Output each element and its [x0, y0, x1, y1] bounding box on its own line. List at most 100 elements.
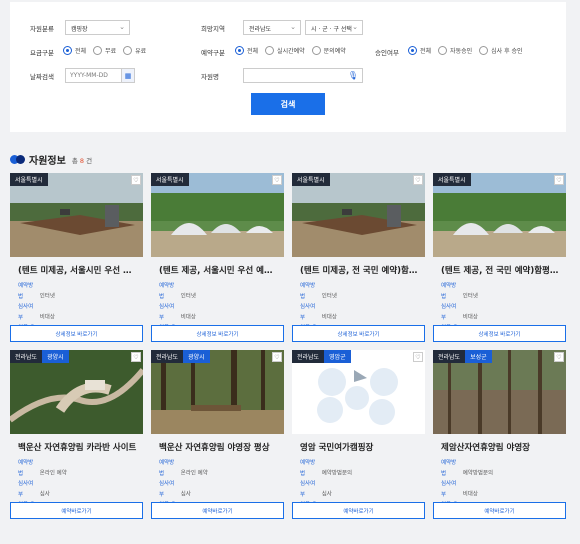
method-value: 예약방법문의: [321, 470, 353, 477]
date-input[interactable]: YYYY-MM-DD ▦: [65, 68, 135, 83]
method-key: 예약방법: [441, 460, 457, 477]
heart-icon[interactable]: ♡: [272, 352, 282, 362]
radio-label: 전체: [75, 48, 87, 55]
card-title[interactable]: 영암 국민여가캠핑장: [300, 441, 420, 453]
radio-icon: [438, 46, 448, 55]
resource-image[interactable]: 서울특별시 ♡: [10, 173, 143, 257]
fee-radio-paid[interactable]: 유료: [123, 46, 146, 55]
resource-image[interactable]: 서울특별시 ♡: [433, 173, 566, 257]
method-value: 인터넷: [321, 293, 337, 300]
name-input[interactable]: 🎙: [243, 68, 363, 83]
review-value: 비대상: [39, 314, 55, 321]
resource-image[interactable]: 전라남도 광양시 ♡: [10, 350, 143, 434]
calendar-icon[interactable]: ▦: [121, 69, 134, 82]
section-title: 자원정보: [29, 156, 66, 167]
search-button[interactable]: 검색: [251, 93, 325, 115]
region-tag: 전라남도: [10, 350, 43, 363]
heart-icon[interactable]: ♡: [554, 175, 564, 185]
region-tag: 보성군: [465, 350, 492, 363]
resource-card[interactable]: 서울특별시 ♡ (텐트 미제공, 서울시민 우선 예약)... 예약방법 인터넷…: [10, 173, 143, 349]
review-key: 심사여부: [441, 481, 457, 498]
card-action-button[interactable]: 예약바로가기: [151, 502, 284, 519]
resource-card[interactable]: 서울특별시 ♡ (텐트 미제공, 전 국민 예약)함평... 예약방법 인터넷 …: [292, 173, 425, 349]
heart-icon[interactable]: ♡: [413, 352, 423, 362]
radio-label: 전체: [247, 48, 259, 55]
card-title[interactable]: (텐트 미제공, 전 국민 예약)함평...: [300, 264, 420, 276]
tag-list: 전라남도 보성군: [433, 350, 492, 363]
reserve-radio-realtime[interactable]: 실시간예약: [265, 46, 305, 55]
radio-checked-icon: [63, 46, 72, 55]
heart-icon[interactable]: ♡: [413, 175, 423, 185]
resource-type-select[interactable]: 캠핑장 ⌄: [65, 20, 130, 35]
card-title[interactable]: (텐트 제공, 전 국민 예약)함평자...: [441, 264, 561, 276]
tag-list: 서울특별시: [292, 173, 330, 186]
fee-radio-group: 전체 무료 유료: [63, 46, 146, 55]
region-tag: 전라남도: [151, 350, 184, 363]
card-title[interactable]: 제암산자연휴양림 야영장: [441, 441, 561, 453]
heart-icon[interactable]: ♡: [131, 352, 141, 362]
radio-icon: [123, 46, 133, 55]
region-tag: 전라남도: [433, 350, 466, 363]
fee-radio-all[interactable]: 전체: [63, 46, 86, 55]
resource-image[interactable]: 서울특별시 ♡: [292, 173, 425, 257]
resource-image[interactable]: 전라남도 광양시 ♡: [151, 350, 284, 434]
review-key: 심사여부: [300, 481, 316, 498]
approve-radio-all[interactable]: 전체: [408, 46, 431, 55]
tag-list: 서울특별시: [151, 173, 189, 186]
resource-card[interactable]: 서울특별시 ♡ (텐트 제공, 서울시민 우선 예약)... 예약방법 인터넷 …: [151, 173, 284, 349]
card-title[interactable]: (텐트 미제공, 서울시민 우선 예약)...: [18, 264, 138, 276]
heart-icon[interactable]: ♡: [272, 175, 282, 185]
approve-radio-review[interactable]: 심사 후 승인: [479, 46, 523, 55]
reserve-radio-inquiry[interactable]: 문의예약: [311, 46, 346, 55]
card-action-button[interactable]: 예약바로가기: [292, 502, 425, 519]
approve-radio-group: 전체 자동승인 심사 후 승인: [408, 46, 523, 55]
region-tag: 전라남도: [292, 350, 325, 363]
heart-icon[interactable]: ♡: [131, 175, 141, 185]
card-action-button[interactable]: 상세정보 바로가기: [10, 325, 143, 342]
card-title[interactable]: 백운산 자연휴양림 야영장 평상: [159, 441, 279, 453]
district-select[interactable]: 시 · 군 · 구 선택 ⌄: [305, 20, 363, 35]
review-key: 심사여부: [441, 304, 457, 321]
region-tag: 영암군: [324, 350, 351, 363]
reserve-radio-all[interactable]: 전체: [235, 46, 258, 55]
card-action-button[interactable]: 예약바로가기: [10, 502, 143, 519]
tag-list: 전라남도 광양시: [10, 350, 69, 363]
resource-image[interactable]: 전라남도 영암군 ♡: [292, 350, 425, 434]
search-panel: 자원분류 캠핑장 ⌄ 희망지역 전라남도 ⌄ 시 · 군 · 구 선택 ⌄ 요금…: [10, 2, 566, 132]
reserve-radio-group: 전체 실시간예약 문의예약: [235, 46, 346, 55]
resource-card[interactable]: 전라남도 광양시 ♡ 백운산 자연휴양림 야영장 평상 예약방법 온라인 예약 심…: [151, 350, 284, 526]
approve-radio-auto[interactable]: 자동승인: [438, 46, 472, 55]
review-key: 심사여부: [18, 481, 34, 498]
fee-radio-free[interactable]: 무료: [93, 46, 116, 55]
heart-icon[interactable]: ♡: [554, 352, 564, 362]
region-tag: 광양시: [42, 350, 69, 363]
resource-image[interactable]: 전라남도 보성군 ♡: [433, 350, 566, 434]
method-key: 예약방법: [300, 283, 316, 300]
card-action-button[interactable]: 상세정보 바로가기: [292, 325, 425, 342]
card-action-button[interactable]: 상세정보 바로가기: [433, 325, 566, 342]
card-title[interactable]: 백운산 자연휴양림 카라반 사이트: [18, 441, 138, 453]
resource-card[interactable]: 전라남도 보성군 ♡ 제암산자연휴양림 야영장 예약방법 예약방법문의 심사여부 …: [433, 350, 566, 526]
card-action-button[interactable]: 예약바로가기: [433, 502, 566, 519]
radio-label: 무료: [105, 48, 117, 55]
section-header: 자원정보 총 8 건: [10, 152, 92, 167]
region-select[interactable]: 전라남도 ⌄: [243, 20, 301, 35]
resource-image[interactable]: 서울특별시 ♡: [151, 173, 284, 257]
card-action-button[interactable]: 상세정보 바로가기: [151, 325, 284, 342]
microphone-icon[interactable]: 🎙: [348, 71, 358, 80]
review-value: 심사: [321, 491, 332, 498]
resource-card[interactable]: 서울특별시 ♡ (텐트 제공, 전 국민 예약)함평자... 예약방법 인터넷 …: [433, 173, 566, 349]
card-title[interactable]: (텐트 제공, 서울시민 우선 예약)...: [159, 264, 279, 276]
method-value: 예약방법문의: [462, 470, 494, 477]
review-key: 심사여부: [159, 304, 175, 321]
method-key: 예약방법: [159, 460, 175, 477]
result-count: 총 8 건: [72, 155, 92, 165]
district-value: 시 · 군 · 구 선택: [311, 26, 352, 33]
review-value: 심사: [180, 491, 191, 498]
date-placeholder: YYYY-MM-DD: [70, 72, 108, 79]
method-key: 예약방법: [441, 283, 457, 300]
resource-card[interactable]: 전라남도 광양시 ♡ 백운산 자연휴양림 카라반 사이트 예약방법 온라인 예약 …: [10, 350, 143, 526]
review-key: 심사여부: [300, 304, 316, 321]
radio-icon: [93, 46, 103, 55]
resource-card[interactable]: 전라남도 영암군 ♡ 영암 국민여가캠핑장 예약방법 예약방법문의 심사여부 심사…: [292, 350, 425, 526]
